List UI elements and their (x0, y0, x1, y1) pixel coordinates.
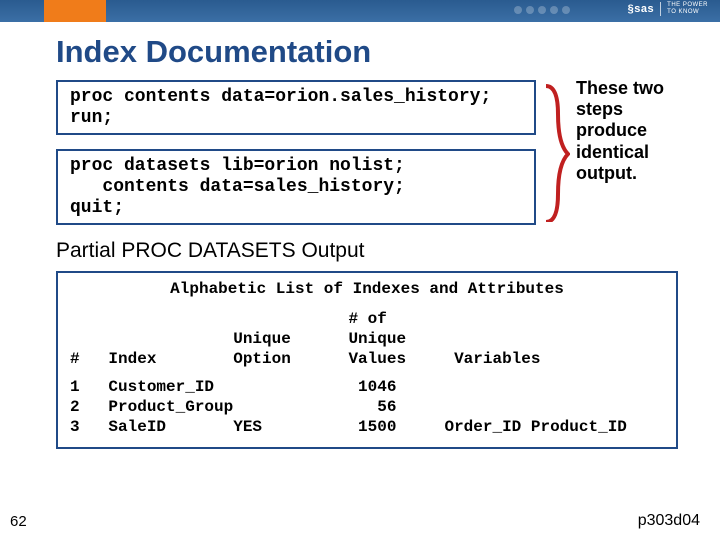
code-block-1: proc contents data=orion.sales_history; … (56, 80, 536, 135)
header-bar: §sas THE POWERTO KNOW (0, 0, 720, 22)
output-box: Alphabetic List of Indexes and Attribute… (56, 271, 678, 449)
header-row: # Index Option Values Variables (70, 349, 664, 369)
table-row: 2 Product_Group 56 (70, 397, 664, 417)
output-heading: Partial PROC DATASETS Output (56, 239, 720, 263)
brand-text: §sas (628, 3, 654, 15)
page-title: Index Documentation (56, 34, 720, 70)
brand-tagline: THE POWERTO KNOW (667, 2, 708, 16)
header-row: # of (70, 309, 664, 329)
header-row: Unique Unique (70, 329, 664, 349)
accent-block (44, 0, 106, 22)
page-number: 62 (10, 513, 27, 530)
decorative-dots (514, 6, 570, 14)
side-note: These two steps produce identical output… (576, 78, 696, 184)
output-title: Alphabetic List of Indexes and Attribute… (70, 279, 664, 299)
reference-code: p303d04 (638, 512, 700, 530)
brand-logo: §sas THE POWERTO KNOW (628, 2, 708, 16)
curly-brace-icon (542, 84, 570, 222)
table-row: 3 SaleID YES 1500 Order_ID Product_ID (70, 417, 664, 437)
divider (660, 2, 661, 16)
code-block-2: proc datasets lib=orion nolist; contents… (56, 149, 536, 225)
table-row: 1 Customer_ID 1046 (70, 377, 664, 397)
code-section: proc contents data=orion.sales_history; … (56, 80, 676, 225)
